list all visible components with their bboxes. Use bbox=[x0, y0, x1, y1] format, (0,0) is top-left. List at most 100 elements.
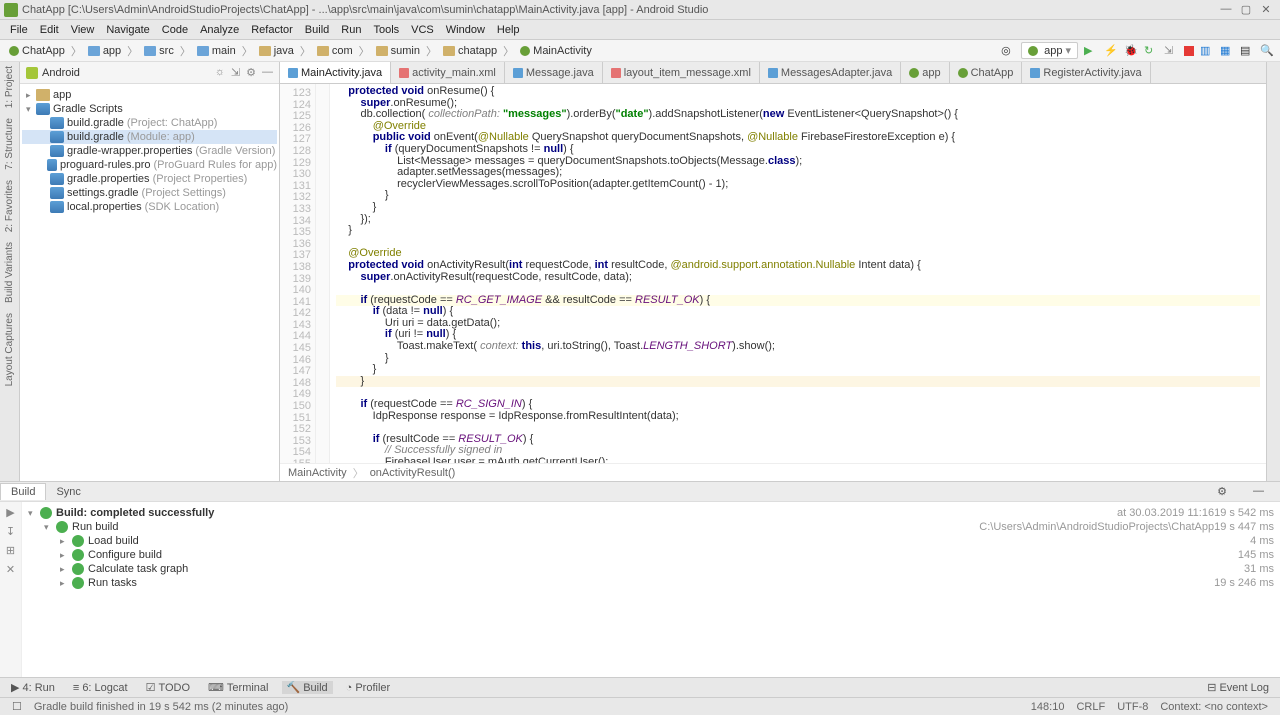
project-panel-title[interactable]: Android bbox=[42, 67, 215, 79]
event-log-button[interactable]: ⊟ Event Log bbox=[1202, 681, 1274, 694]
context-indicator[interactable]: Context: <no context> bbox=[1154, 701, 1274, 713]
project-settings-icon[interactable]: ☼ bbox=[215, 66, 225, 79]
left-tool-1-project[interactable]: 1: Project bbox=[4, 66, 15, 108]
stop-button[interactable] bbox=[1184, 46, 1194, 56]
project-hide-icon[interactable]: — bbox=[262, 66, 273, 79]
tool-tab-profiler[interactable]: ◔Profiler bbox=[341, 682, 396, 694]
avd-button[interactable]: ▥ bbox=[1200, 44, 1214, 58]
tree-item-app[interactable]: ▸app bbox=[22, 88, 277, 102]
tab-activity-main-xml[interactable]: activity_main.xml bbox=[391, 62, 505, 83]
left-tool-2-favorites[interactable]: 2: Favorites bbox=[4, 180, 15, 232]
left-tool-strip: 1: Project 7: Structure 2: Favorites Build … bbox=[0, 62, 20, 481]
menu-run[interactable]: Run bbox=[335, 24, 367, 36]
tab-layout-item-message-xml[interactable]: layout_item_message.xml bbox=[603, 62, 760, 83]
file-encoding[interactable]: UTF-8 bbox=[1111, 701, 1154, 713]
breadcrumb-sumin[interactable]: sumin bbox=[373, 44, 423, 58]
menu-edit[interactable]: Edit bbox=[34, 24, 65, 36]
marker-gutter bbox=[316, 84, 330, 463]
breadcrumb-chatapp[interactable]: ChatApp bbox=[6, 44, 68, 58]
tool-tab-build[interactable]: 🔨Build bbox=[282, 681, 333, 694]
sync-button[interactable]: ↻ bbox=[1144, 44, 1158, 58]
tool-tab-6-logcat[interactable]: ≡6: Logcat bbox=[68, 682, 133, 694]
nav-bar: ChatApp〉app〉src〉main〉java〉com〉sumin〉chat… bbox=[0, 40, 1280, 62]
project-collapse-icon[interactable]: ⇲ bbox=[231, 66, 240, 79]
menu-window[interactable]: Window bbox=[440, 24, 491, 36]
build-row[interactable]: ▾Run buildC:\Users\Admin\AndroidStudioPr… bbox=[28, 520, 1274, 534]
left-tool-build-variants[interactable]: Build Variants bbox=[4, 242, 15, 303]
search-icon[interactable]: 🔍 bbox=[1260, 44, 1274, 58]
breadcrumb-java[interactable]: java bbox=[256, 44, 297, 58]
menu-analyze[interactable]: Analyze bbox=[194, 24, 245, 36]
sdk-button[interactable]: ▦ bbox=[1220, 44, 1234, 58]
menu-code[interactable]: Code bbox=[156, 24, 194, 36]
close-button[interactable]: ✕ bbox=[1260, 3, 1272, 16]
debug-button[interactable]: 🐞 bbox=[1124, 44, 1138, 58]
menu-view[interactable]: View bbox=[65, 24, 101, 36]
project-tree: ▸app▾Gradle Scriptsbuild.gradle(Project:… bbox=[20, 84, 279, 218]
menu-file[interactable]: File bbox=[4, 24, 34, 36]
tree-item-settings-gradle[interactable]: settings.gradle(Project Settings) bbox=[22, 186, 277, 200]
tab-messagesadapter-java[interactable]: MessagesAdapter.java bbox=[760, 62, 901, 83]
tab-message-java[interactable]: Message.java bbox=[505, 62, 603, 83]
breadcrumb-src[interactable]: src bbox=[141, 44, 177, 58]
menu-vcs[interactable]: VCS bbox=[405, 24, 440, 36]
line-separator[interactable]: CRLF bbox=[1070, 701, 1111, 713]
build-row[interactable]: ▸Load build4 ms bbox=[28, 534, 1274, 548]
tab-app[interactable]: app bbox=[901, 62, 949, 83]
left-tool-7-structure[interactable]: 7: Structure bbox=[4, 118, 15, 170]
tree-item-local-properties[interactable]: local.properties(SDK Location) bbox=[22, 200, 277, 214]
breadcrumb-chatapp[interactable]: chatapp bbox=[440, 44, 500, 58]
status-message: Gradle build finished in 19 s 542 ms (2 … bbox=[28, 701, 294, 713]
build-rerun-icon[interactable]: ▶ bbox=[6, 506, 14, 519]
cursor-position[interactable]: 148:10 bbox=[1025, 701, 1071, 713]
build-row[interactable]: ▸Run tasks19 s 246 ms bbox=[28, 576, 1274, 590]
dock-gear-icon[interactable]: ⚙ bbox=[1207, 483, 1237, 500]
code-editor[interactable]: protected void onResume() { super.onResu… bbox=[330, 84, 1266, 463]
menu-navigate[interactable]: Navigate bbox=[100, 24, 155, 36]
tab-registeractivity-java[interactable]: RegisterActivity.java bbox=[1022, 62, 1150, 83]
tool-tab-terminal[interactable]: ⌨Terminal bbox=[203, 681, 273, 694]
left-tool-layout-captures[interactable]: Layout Captures bbox=[4, 313, 15, 386]
tree-item-gradle-wrapper-properties[interactable]: gradle-wrapper.properties(Gradle Version… bbox=[22, 144, 277, 158]
build-output: ▶ ↧ ⊞ ✕ ▾Build: completed successfullyat… bbox=[0, 502, 1280, 677]
apply-changes-button[interactable]: ⚡ bbox=[1104, 44, 1118, 58]
run-button[interactable]: ▶ bbox=[1084, 44, 1098, 58]
minimize-button[interactable]: — bbox=[1220, 3, 1232, 16]
build-header[interactable]: ▾Build: completed successfullyat 30.03.2… bbox=[28, 506, 1274, 520]
build-filter-icon[interactable]: ↧ bbox=[6, 525, 15, 538]
target-icon[interactable]: ◎ bbox=[1001, 44, 1015, 58]
maximize-button[interactable]: ▢ bbox=[1240, 3, 1252, 16]
menu-help[interactable]: Help bbox=[491, 24, 526, 36]
breadcrumb-mainactivity[interactable]: MainActivity bbox=[517, 44, 595, 58]
dock-hide-icon[interactable]: — bbox=[1243, 483, 1274, 500]
tree-item-proguard-rules-pro[interactable]: proguard-rules.pro(ProGuard Rules for ap… bbox=[22, 158, 277, 172]
dock-tab-build[interactable]: Build bbox=[0, 483, 46, 500]
project-gear-icon[interactable]: ⚙ bbox=[246, 66, 256, 79]
menu-tools[interactable]: Tools bbox=[367, 24, 405, 36]
build-row[interactable]: ▸Calculate task graph31 ms bbox=[28, 562, 1274, 576]
editor-crumb[interactable]: MainActivity bbox=[288, 467, 347, 479]
breadcrumb-main[interactable]: main bbox=[194, 44, 239, 58]
dock-tab-sync[interactable]: Sync bbox=[46, 484, 90, 500]
tab-mainactivity-java[interactable]: MainActivity.java bbox=[280, 62, 391, 83]
structure-button[interactable]: ▤ bbox=[1240, 44, 1254, 58]
build-expand-icon[interactable]: ⊞ bbox=[6, 544, 15, 557]
breadcrumb-app[interactable]: app bbox=[85, 44, 124, 58]
run-config-selector[interactable]: app▾ bbox=[1021, 42, 1078, 59]
breadcrumb-com[interactable]: com bbox=[314, 44, 356, 58]
tab-chatapp[interactable]: ChatApp bbox=[950, 62, 1023, 83]
build-close-icon[interactable]: ✕ bbox=[6, 563, 15, 576]
tree-item-gradle-scripts[interactable]: ▾Gradle Scripts bbox=[22, 102, 277, 116]
tree-item-build-gradle[interactable]: build.gradle(Project: ChatApp) bbox=[22, 116, 277, 130]
attach-button[interactable]: ⇲ bbox=[1164, 44, 1178, 58]
breadcrumb: ChatApp〉app〉src〉main〉java〉com〉sumin〉chat… bbox=[6, 43, 1001, 59]
menu-build[interactable]: Build bbox=[299, 24, 335, 36]
tree-item-gradle-properties[interactable]: gradle.properties(Project Properties) bbox=[22, 172, 277, 186]
editor-crumb[interactable]: onActivityResult() bbox=[370, 467, 456, 479]
tree-item-build-gradle[interactable]: build.gradle(Module: app) bbox=[22, 130, 277, 144]
tool-tab-4-run[interactable]: ▶4: Run bbox=[6, 681, 60, 694]
tool-tab-todo[interactable]: ☑TODO bbox=[141, 681, 195, 694]
title-bar: ChatApp [C:\Users\Admin\AndroidStudioPro… bbox=[0, 0, 1280, 20]
build-row[interactable]: ▸Configure build145 ms bbox=[28, 548, 1274, 562]
menu-refactor[interactable]: Refactor bbox=[245, 24, 299, 36]
